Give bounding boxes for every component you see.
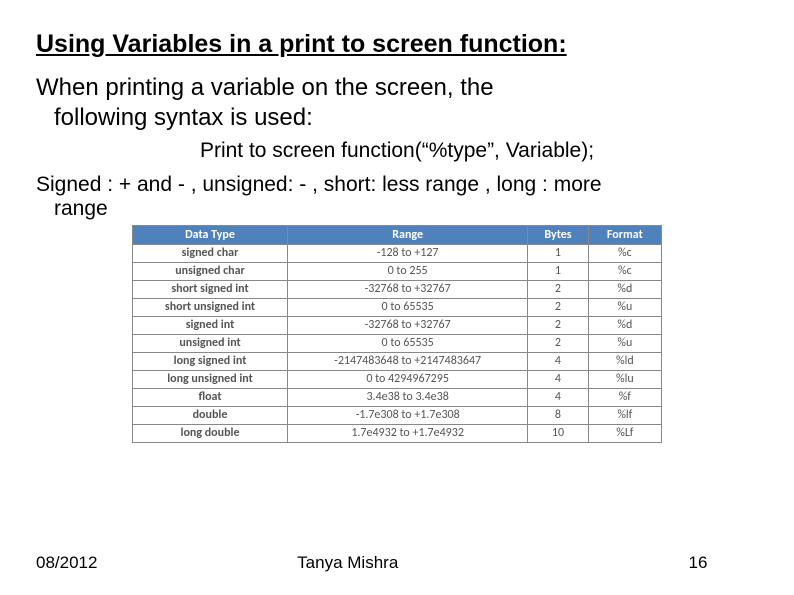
cell-range: -128 to +127 xyxy=(288,245,528,263)
cell-bytes: 10 xyxy=(528,425,588,443)
cell-range: 0 to 65535 xyxy=(288,299,528,317)
table-row: long unsigned int0 to 42949672954%lu xyxy=(133,371,662,389)
cell-range: 0 to 4294967295 xyxy=(288,371,528,389)
cell-data-type: signed char xyxy=(133,245,288,263)
syntax-line: Print to screen function(“%type”, Variab… xyxy=(36,139,758,163)
cell-range: -2147483648 to +2147483647 xyxy=(288,353,528,371)
cell-bytes: 4 xyxy=(528,389,588,407)
cell-data-type: double xyxy=(133,407,288,425)
note-line1: Signed : + and - , unsigned: - , short: … xyxy=(36,173,602,196)
cell-data-type: signed int xyxy=(133,317,288,335)
cell-format: %u xyxy=(588,299,661,317)
table-row: short signed int-32768 to +327672%d xyxy=(133,281,662,299)
cell-data-type: unsigned int xyxy=(133,335,288,353)
cell-format: %c xyxy=(588,245,661,263)
intro-text: When printing a variable on the screen, … xyxy=(36,73,758,133)
slide-title: Using Variables in a print to screen fun… xyxy=(36,30,758,59)
cell-bytes: 2 xyxy=(528,317,588,335)
cell-range: 0 to 255 xyxy=(288,263,528,281)
table-row: double-1.7e308 to +1.7e3088%lf xyxy=(133,407,662,425)
cell-format: %u xyxy=(588,335,661,353)
cell-bytes: 2 xyxy=(528,299,588,317)
table-row: long signed int-2147483648 to +214748364… xyxy=(133,353,662,371)
table-row: long double1.7e4932 to +1.7e493210%Lf xyxy=(133,425,662,443)
intro-line2: following syntax is used: xyxy=(36,103,758,133)
footer-page: 16 xyxy=(638,553,758,573)
table-row: signed char-128 to +1271%c xyxy=(133,245,662,263)
cell-data-type: long double xyxy=(133,425,288,443)
cell-range: 0 to 65535 xyxy=(288,335,528,353)
cell-bytes: 4 xyxy=(528,353,588,371)
col-format: Format xyxy=(588,226,661,245)
data-type-table: Data Type Range Bytes Format signed char… xyxy=(132,225,662,443)
cell-bytes: 2 xyxy=(528,335,588,353)
note-text: Signed : + and - , unsigned: - , short: … xyxy=(36,173,758,221)
col-range: Range xyxy=(288,226,528,245)
table-row: signed int-32768 to +327672%d xyxy=(133,317,662,335)
cell-format: %Lf xyxy=(588,425,661,443)
cell-format: %ld xyxy=(588,353,661,371)
table-row: unsigned int0 to 655352%u xyxy=(133,335,662,353)
cell-data-type: float xyxy=(133,389,288,407)
table-row: unsigned char0 to 2551%c xyxy=(133,263,662,281)
table-row: float3.4e38 to 3.4e384%f xyxy=(133,389,662,407)
slide-footer: 08/2012 Tanya Mishra 16 xyxy=(36,553,758,573)
cell-data-type: short unsigned int xyxy=(133,299,288,317)
cell-range: 3.4e38 to 3.4e38 xyxy=(288,389,528,407)
cell-bytes: 1 xyxy=(528,263,588,281)
cell-range: 1.7e4932 to +1.7e4932 xyxy=(288,425,528,443)
table-row: short unsigned int0 to 655352%u xyxy=(133,299,662,317)
cell-format: %d xyxy=(588,281,661,299)
note-line2: range xyxy=(36,197,758,221)
cell-range: -1.7e308 to +1.7e308 xyxy=(288,407,528,425)
cell-format: %d xyxy=(588,317,661,335)
cell-bytes: 8 xyxy=(528,407,588,425)
intro-line1: When printing a variable on the screen, … xyxy=(36,74,494,101)
table-header-row: Data Type Range Bytes Format xyxy=(133,226,662,245)
cell-data-type: unsigned char xyxy=(133,263,288,281)
footer-author: Tanya Mishra xyxy=(57,553,638,573)
col-bytes: Bytes xyxy=(528,226,588,245)
cell-bytes: 4 xyxy=(528,371,588,389)
cell-format: %f xyxy=(588,389,661,407)
cell-range: -32768 to +32767 xyxy=(288,281,528,299)
cell-bytes: 2 xyxy=(528,281,588,299)
cell-format: %lf xyxy=(588,407,661,425)
cell-data-type: long unsigned int xyxy=(133,371,288,389)
cell-format: %lu xyxy=(588,371,661,389)
col-data-type: Data Type xyxy=(133,226,288,245)
cell-range: -32768 to +32767 xyxy=(288,317,528,335)
cell-data-type: short signed int xyxy=(133,281,288,299)
cell-format: %c xyxy=(588,263,661,281)
cell-bytes: 1 xyxy=(528,245,588,263)
cell-data-type: long signed int xyxy=(133,353,288,371)
